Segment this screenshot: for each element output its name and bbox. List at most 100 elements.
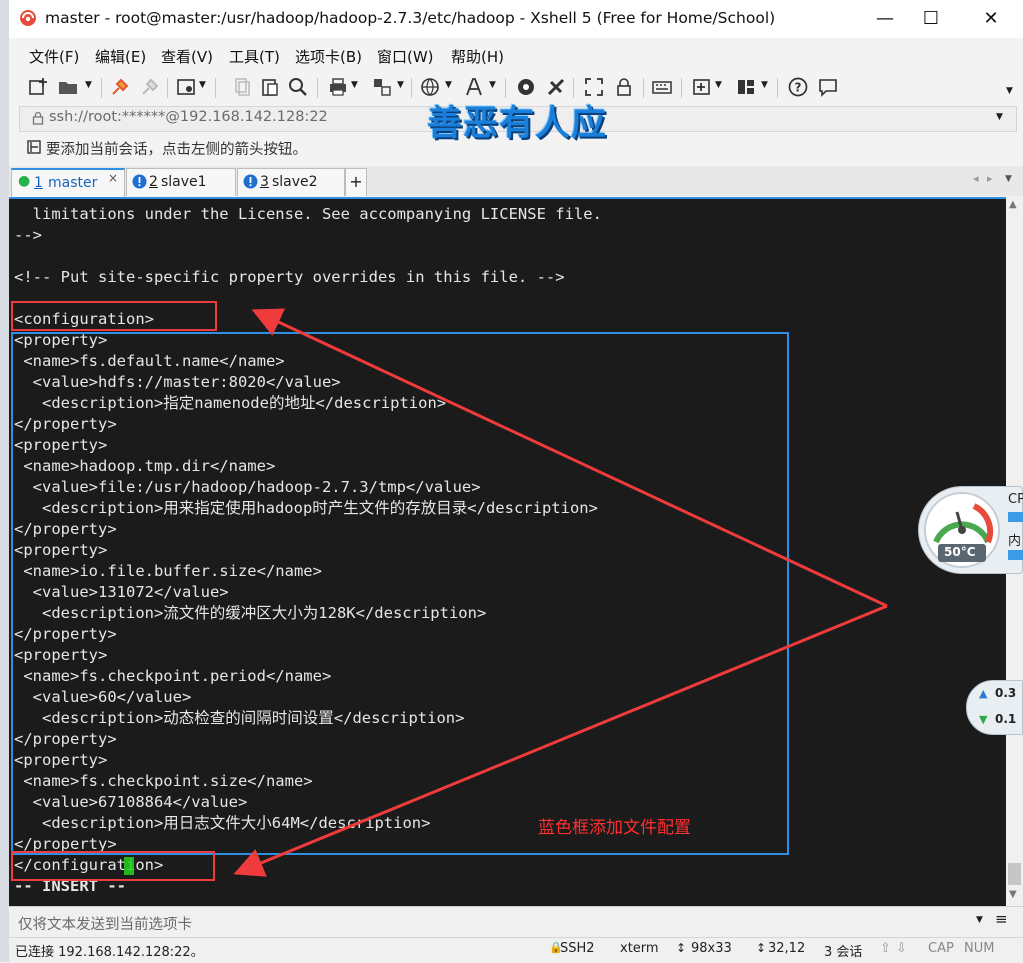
annotation-label: 蓝色框添加文件配置	[538, 818, 691, 838]
tab-slave1[interactable]: 2 slave1	[126, 168, 236, 196]
chevron-down-icon[interactable]: ▼	[445, 80, 452, 90]
chevron-down-icon[interactable]: ▼	[351, 80, 358, 90]
cursor-icon: ↕	[756, 941, 767, 955]
protocol-status: SSH2	[560, 941, 595, 956]
menu-tools[interactable]: 工具(T)	[229, 46, 280, 67]
compose-menu-icon[interactable]: ≡	[995, 910, 1008, 928]
add-tab-button[interactable]: +	[345, 168, 367, 196]
toolbar-separator	[215, 78, 216, 98]
chevron-down-icon[interactable]: ▼	[85, 80, 92, 90]
chevron-down-icon[interactable]: ▼	[199, 80, 206, 90]
keyboard-icon[interactable]	[651, 76, 673, 98]
lock-icon[interactable]	[613, 76, 635, 98]
terminal-type-status: xterm	[620, 941, 659, 956]
resize-icon: ↕	[676, 941, 687, 955]
menu-view[interactable]: 查看(V)	[161, 46, 213, 67]
terminal-line: <!-- Put site-specific property override…	[14, 268, 565, 286]
upload-speed: 0.3	[995, 686, 1017, 700]
help-icon[interactable]: ?	[787, 76, 809, 98]
network-speed-widget[interactable]: ▲ 0.3 ▼ 0.1	[966, 680, 1023, 735]
scroll-down-icon[interactable]: ▼	[1009, 889, 1017, 900]
session-up-icon[interactable]: ⇧	[880, 941, 891, 956]
scroll-up-icon[interactable]: ▲	[1009, 199, 1017, 210]
menu-file[interactable]: 文件(F)	[29, 46, 79, 67]
disconnect-icon	[142, 78, 159, 95]
scrollbar-thumb[interactable]	[1008, 863, 1021, 885]
toolbar-separator	[643, 78, 644, 98]
tab-label: slave1	[161, 174, 207, 190]
title-bar[interactable]: master - root@master:/usr/hadoop/hadoop-…	[9, 0, 1023, 38]
toolbar-separator	[317, 78, 318, 98]
new-tab-icon[interactable]	[691, 76, 713, 98]
terminal-line: limitations under the License. See accom…	[14, 205, 602, 223]
annotation-blue-box-properties	[11, 332, 789, 855]
session-down-icon[interactable]: ⇩	[896, 941, 907, 956]
window-title: master - root@master:/usr/hadoop/hadoop-…	[45, 9, 776, 27]
transfer-icon[interactable]	[371, 76, 393, 98]
xshell-app-icon	[20, 10, 36, 26]
tab-scroll-right-icon[interactable]: ▸	[987, 172, 993, 185]
cpu-bar	[1008, 512, 1023, 522]
warning-icon	[243, 174, 258, 189]
toolbar-separator	[777, 78, 778, 98]
toolbar-overflow-icon[interactable]: ▼	[1006, 86, 1013, 96]
chevron-down-icon[interactable]: ▼	[715, 80, 722, 90]
annotation-red-box-open-tag	[11, 301, 217, 331]
num-lock-status: NUM	[964, 941, 995, 956]
session-count-status: 3 会话	[824, 945, 863, 960]
toolbar-separator	[681, 78, 682, 98]
compose-dropdown-icon[interactable]: ▼	[976, 915, 983, 925]
close-icon: ✕	[983, 8, 999, 29]
open-folder-icon[interactable]	[57, 76, 79, 98]
terminal-size-status: 98x33	[691, 941, 732, 956]
chevron-down-icon[interactable]: ▼	[489, 80, 496, 90]
lock-icon	[32, 111, 44, 125]
properties-icon[interactable]	[175, 76, 197, 98]
menu-bar: 文件(F) 编辑(E) 查看(V) 工具(T) 选项卡(B) 窗口(W) 帮助(…	[9, 40, 1023, 68]
address-dropdown-icon[interactable]: ▼	[996, 112, 1003, 122]
connect-icon[interactable]	[109, 76, 131, 98]
memory-label: 内	[1008, 534, 1022, 549]
new-session-icon[interactable]	[27, 76, 49, 98]
menu-edit[interactable]: 编辑(E)	[95, 46, 146, 67]
print-icon[interactable]	[327, 76, 349, 98]
chevron-down-icon[interactable]: ▼	[761, 80, 768, 90]
xshell-window: master - root@master:/usr/hadoop/hadoop-…	[9, 0, 1023, 963]
annotation-red-box-close-tag	[11, 851, 215, 881]
find-icon[interactable]	[287, 76, 309, 98]
toolbar-separator	[411, 78, 412, 98]
menu-tabs[interactable]: 选项卡(B)	[295, 46, 362, 67]
terminal-line: -->	[14, 226, 42, 244]
tab-slave2[interactable]: 3 slave2	[237, 168, 345, 196]
layout-icon[interactable]	[735, 76, 757, 98]
copy-icon	[235, 78, 250, 96]
maximize-icon: ☐	[922, 8, 940, 29]
tab-master[interactable]: ● 1 master ×	[11, 168, 125, 197]
tab-number: 3	[260, 174, 269, 190]
chat-icon[interactable]	[817, 76, 839, 98]
paste-icon[interactable]	[259, 76, 281, 98]
connected-dot-icon: ●	[18, 173, 31, 189]
chevron-down-icon[interactable]: ▼	[397, 80, 404, 90]
tab-number: 1	[34, 175, 43, 191]
cursor-position-status: 32,12	[768, 941, 806, 956]
svg-text:?: ?	[795, 81, 802, 95]
warning-icon	[132, 174, 147, 189]
bookmark-arrow-icon[interactable]	[26, 139, 42, 155]
tab-list-dropdown-icon[interactable]: ▼	[1005, 174, 1012, 184]
tab-scroll-left-icon[interactable]: ◂	[973, 172, 979, 185]
maximize-button[interactable]: ☐	[908, 0, 954, 38]
memory-bar	[1008, 550, 1023, 560]
menu-window[interactable]: 窗口(W)	[377, 46, 434, 67]
tab-close-icon[interactable]: ×	[108, 171, 118, 185]
menu-help[interactable]: 帮助(H)	[451, 46, 504, 67]
caps-lock-status: CAP	[928, 941, 954, 956]
upload-arrow-icon: ▲	[979, 687, 988, 700]
temperature-value: 50°C	[944, 545, 976, 559]
system-monitor-widget[interactable]: 50°C CP 内	[918, 486, 1023, 574]
close-button[interactable]: ✕	[968, 0, 1014, 38]
address-field[interactable]: ssh://root:******@192.168.142.128:22	[49, 109, 328, 125]
minimize-button[interactable]: —	[862, 0, 908, 38]
compose-input[interactable]: 仅将文本发送到当前选项卡	[18, 913, 192, 934]
download-arrow-icon: ▼	[979, 713, 988, 726]
